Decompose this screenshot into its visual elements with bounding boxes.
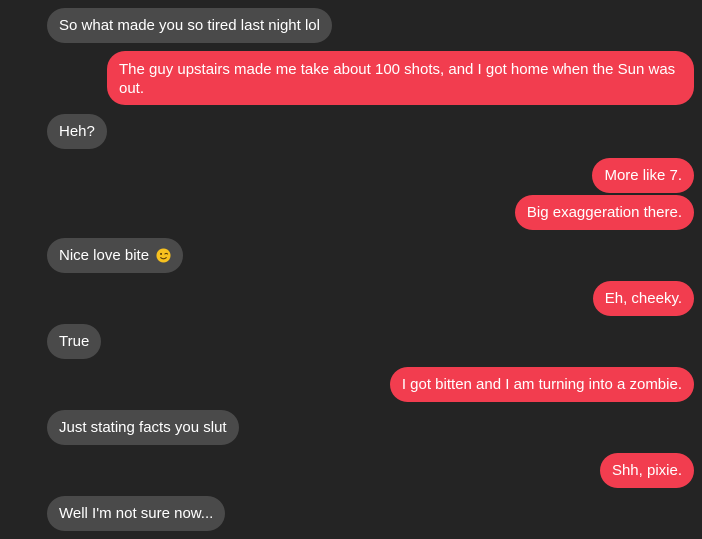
- message-text: Eh, cheeky.: [604, 290, 682, 307]
- message-outgoing[interactable]: Eh, cheeky.: [592, 281, 694, 316]
- message-incoming[interactable]: Heh?: [47, 114, 107, 149]
- message-incoming[interactable]: Well I'm not sure now...: [47, 496, 226, 531]
- message-text: The guy upstairs made me take about 100 …: [119, 61, 676, 97]
- message-text: Big exaggeration there.: [526, 204, 682, 221]
- message-thread: So what made you so tired last night lol…: [0, 0, 702, 539]
- message-incoming[interactable]: So what made you so tired last night lol: [47, 8, 332, 43]
- message-text: Shh, pixie.: [611, 462, 682, 479]
- message-text: Nice love bite: [59, 247, 150, 264]
- message-outgoing[interactable]: Shh, pixie.: [599, 453, 694, 488]
- message-outgoing[interactable]: The guy upstairs made me take about 100 …: [107, 51, 694, 105]
- message-text: I got bitten and I am turning into a zom…: [401, 376, 682, 393]
- message-text: Heh?: [59, 123, 95, 140]
- winking-face-emoji: [156, 248, 171, 263]
- message-incoming[interactable]: Just stating facts you slut: [47, 410, 239, 445]
- message-text: True: [59, 333, 90, 350]
- message-outgoing[interactable]: More like 7.: [592, 158, 694, 193]
- message-text: Just stating facts you slut: [59, 419, 227, 436]
- message-outgoing[interactable]: Big exaggeration there.: [514, 195, 694, 230]
- message-text: So what made you so tired last night lol: [59, 17, 320, 34]
- message-incoming[interactable]: Nice love bite: [47, 238, 184, 273]
- message-outgoing[interactable]: I got bitten and I am turning into a zom…: [389, 367, 694, 402]
- message-text: More like 7.: [604, 167, 682, 184]
- message-text: Well I'm not sure now...: [59, 505, 214, 522]
- message-incoming[interactable]: True: [47, 324, 102, 359]
